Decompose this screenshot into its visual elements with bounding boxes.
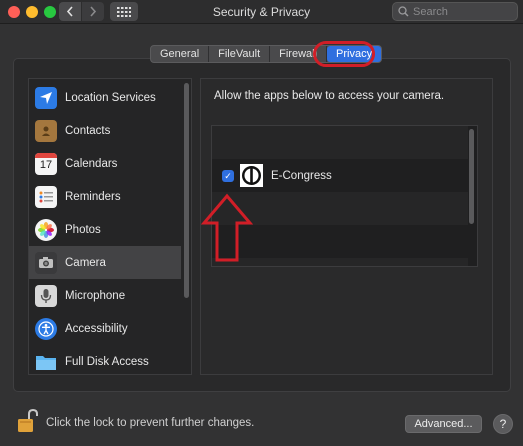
sidebar-item-full-disk-access[interactable]: Full Disk Access: [29, 345, 181, 374]
tab-general[interactable]: General: [151, 46, 210, 62]
sidebar-item-label: Microphone: [65, 289, 126, 302]
list-row-empty: [212, 126, 468, 159]
advanced-button[interactable]: Advanced...: [405, 415, 482, 433]
title-bar: Security & Privacy: [0, 0, 523, 24]
unlocked-padlock-icon[interactable]: [17, 409, 39, 433]
sidebar-item-label: Reminders: [65, 190, 121, 203]
sidebar-item-accessibility[interactable]: Accessibility: [29, 312, 181, 345]
reminders-list-icon: [35, 185, 57, 208]
sidebar-item-reminders[interactable]: Reminders: [29, 180, 181, 213]
sidebar-item-label: Accessibility: [65, 322, 128, 335]
sidebar-item-photos[interactable]: Photos: [29, 213, 181, 246]
tab-filevault[interactable]: FileVault: [209, 46, 271, 62]
privacy-tab-annotation-circle: [313, 41, 375, 67]
app-name: E-Congress: [271, 169, 332, 182]
lock-status-text: Click the lock to prevent further change…: [46, 417, 255, 429]
camera-icon: [35, 251, 57, 274]
camera-access-prompt: Allow the apps below to access your came…: [214, 90, 445, 102]
annotation-arrow-icon: [201, 193, 253, 262]
sidebar-item-label: Location Services: [65, 91, 156, 104]
sidebar-item-label: Calendars: [65, 157, 118, 170]
sidebar-item-contacts[interactable]: Contacts: [29, 114, 181, 147]
microphone-icon: [35, 284, 57, 307]
folder-icon: [35, 351, 57, 373]
photos-flower-icon: [35, 218, 57, 241]
app-list-scrollbar[interactable]: [469, 129, 474, 224]
search-input[interactable]: [413, 5, 513, 18]
search-field[interactable]: [392, 2, 518, 21]
sidebar-item-location-services[interactable]: Location Services: [29, 81, 181, 114]
accessibility-icon: [35, 317, 57, 340]
privacy-category-list: Location Services Contacts 17 Calendars …: [28, 78, 192, 375]
app-row-e-congress[interactable]: ✓ E-Congress: [212, 159, 468, 192]
location-arrow-icon: [35, 86, 57, 109]
sidebar-item-calendars[interactable]: 17 Calendars: [29, 147, 181, 180]
sidebar-item-label: Contacts: [65, 124, 111, 137]
sidebar-item-label: Photos: [65, 223, 101, 236]
calendar-icon: 17: [35, 152, 57, 175]
sidebar-item-label: Full Disk Access: [65, 355, 149, 368]
sidebar-item-label: Camera: [65, 256, 106, 269]
e-congress-checkbox[interactable]: ✓: [222, 169, 234, 182]
help-button[interactable]: ?: [493, 414, 513, 434]
search-icon: [398, 6, 409, 17]
e-congress-logo-icon: [240, 164, 263, 187]
contacts-book-icon: [35, 119, 57, 142]
sidebar-scrollbar[interactable]: [184, 83, 189, 298]
sidebar-item-microphone[interactable]: Microphone: [29, 279, 181, 312]
sidebar-item-camera[interactable]: Camera: [29, 246, 181, 279]
